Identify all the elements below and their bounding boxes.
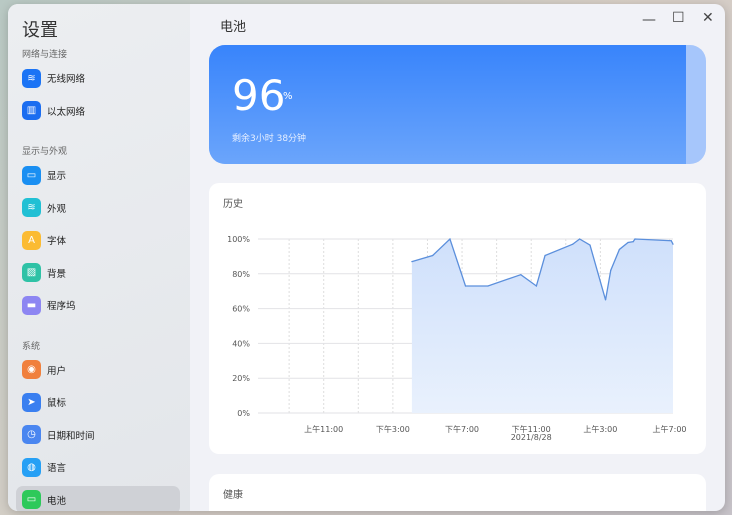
sidebar-item-label: 鼠标 — [47, 398, 67, 409]
y-tick-label: 20% — [232, 374, 250, 383]
data-point — [544, 254, 546, 257]
close-button[interactable]: ✕ — [702, 10, 714, 26]
sidebar-item-label: 日期和时间 — [47, 430, 95, 442]
data-point — [610, 269, 612, 271]
sidebar-item-user[interactable]: ◉ 用户 — [16, 356, 180, 384]
health-card: 健康 — [209, 474, 706, 511]
data-point — [572, 243, 574, 245]
history-chart: 0%20%40%60%80%100%上午11:00 下午3:00 下午7:00 下午1… — [227, 235, 687, 442]
sidebar-item-globe[interactable]: ◍ 语言 — [16, 453, 180, 481]
data-point — [432, 254, 434, 257]
data-point — [579, 238, 581, 240]
page-title: 电池 — [220, 20, 247, 35]
date-label: 2021/8/28 — [511, 433, 552, 442]
sidebar-item-ethernet[interactable]: ▥ 以太网络 — [16, 97, 180, 125]
battery-icon: ▭ — [22, 490, 41, 509]
battery-remaining: 剩余3小时 38分钟 — [232, 134, 307, 144]
dock-icon: ▬ — [22, 295, 41, 315]
sidebar-item-label: 外观 — [47, 203, 67, 215]
y-tick-label: 0% — [237, 409, 250, 418]
x-tick-label: 下午7:00 — [445, 424, 479, 434]
sidebar-item-label: 字体 — [47, 236, 67, 247]
x-tick-label: 上午11:00 — [304, 424, 343, 434]
monitor-icon: ▭ — [22, 165, 41, 185]
data-point — [627, 241, 629, 244]
x-tick-label: 上午7:00 — [653, 424, 687, 434]
sidebar: 设置 网络与连接 ≋ 无线网络 ▥ 以太网络显示与外观 ▭ 显示 ≋ 外观 A 字体 ▨ 背景 ▬ 程序坞系… — [8, 4, 190, 511]
data-point — [670, 240, 672, 242]
wifi-icon: ≋ — [22, 68, 41, 88]
maximize-button[interactable]: ☐ — [672, 10, 685, 26]
sidebar-item-label: 语言 — [47, 463, 67, 474]
main-panel: 电池 — ☐ ✕ 96 % 剩余3小时 38分钟 历史 0% 20% 40% 60% 8… — [190, 4, 725, 511]
data-point — [634, 238, 636, 240]
ethernet-icon: ▥ — [22, 101, 41, 120]
sidebar-item-font[interactable]: A 字体 — [16, 226, 180, 254]
data-point — [520, 274, 522, 276]
data-point — [535, 285, 537, 287]
sidebar-section-label: 系统 — [22, 341, 41, 352]
sidebar-item-label: 无线网络 — [47, 74, 86, 85]
x-tick-label: 下午3:00 — [376, 424, 410, 434]
data-point — [632, 241, 634, 243]
x-tick-label: 上午3:00 — [583, 424, 617, 434]
y-tick-label: 60% — [232, 305, 250, 314]
data-point — [464, 285, 467, 287]
history-card: 历史 0% 20% 40% 60% 80% 100% 上午11:00 下午3:00 下午7:00… — [209, 183, 706, 454]
sidebar-item-wifi[interactable]: ≋ 无线网络 — [16, 64, 180, 92]
sidebar-item-label: 程序坞 — [47, 301, 76, 312]
clock-icon: ◷ — [22, 425, 41, 444]
battery-percent: 96 — [232, 71, 286, 120]
data-point — [487, 285, 489, 287]
image-icon: ▨ — [22, 263, 41, 282]
sidebar-item-monitor[interactable]: ▭ 显示 — [16, 161, 180, 189]
sidebar-item-battery[interactable]: ▭ 电池 — [16, 485, 180, 511]
sidebar-item-cursor[interactable]: ➤ 鼠标 — [16, 388, 180, 416]
globe-icon: ◍ — [22, 457, 41, 477]
battery-percent-unit: % — [283, 91, 293, 102]
data-point — [411, 261, 413, 263]
sidebar-item-label: 电池 — [47, 495, 67, 507]
sidebar-item-label: 显示 — [47, 171, 67, 182]
sidebar-section-label: 网络与连接 — [22, 50, 68, 60]
sidebar-item-label: 以太网络 — [47, 106, 86, 118]
sidebar-section-label: 显示与外观 — [22, 147, 68, 157]
data-point — [618, 248, 620, 251]
settings-window: 设置 网络与连接 ≋ 无线网络 ▥ 以太网络显示与外观 ▭ 显示 ≋ 外观 A 字体 ▨ 背景 ▬ 程序坞系… — [8, 4, 725, 511]
battery-card: 96 % 剩余3小时 38分钟 — [209, 45, 706, 164]
y-tick-label: 100% — [227, 235, 250, 244]
data-point — [589, 244, 591, 246]
sidebar-item-label: 背景 — [47, 268, 67, 280]
data-point — [672, 243, 674, 245]
y-tick-label: 40% — [232, 339, 250, 348]
minimize-button[interactable]: — — [642, 12, 656, 28]
cursor-icon: ➤ — [22, 392, 41, 412]
y-tick-label: 80% — [232, 270, 250, 279]
layers-icon: ≋ — [22, 198, 41, 217]
sidebar-title: 设置 — [22, 20, 58, 41]
sidebar-item-clock[interactable]: ◷ 日期和时间 — [16, 421, 180, 449]
sidebar-item-layers[interactable]: ≋ 外观 — [16, 194, 180, 222]
sidebar-item-label: 用户 — [47, 365, 67, 377]
font-icon: A — [22, 230, 41, 250]
user-icon: ◉ — [22, 360, 41, 379]
data-point — [449, 238, 451, 240]
data-point — [604, 299, 607, 301]
health-title: 健康 — [223, 490, 243, 501]
sidebar-item-image[interactable]: ▨ 背景 — [16, 259, 180, 287]
sidebar-item-dock[interactable]: ▬ 程序坞 — [16, 291, 180, 319]
history-title: 历史 — [223, 199, 243, 210]
